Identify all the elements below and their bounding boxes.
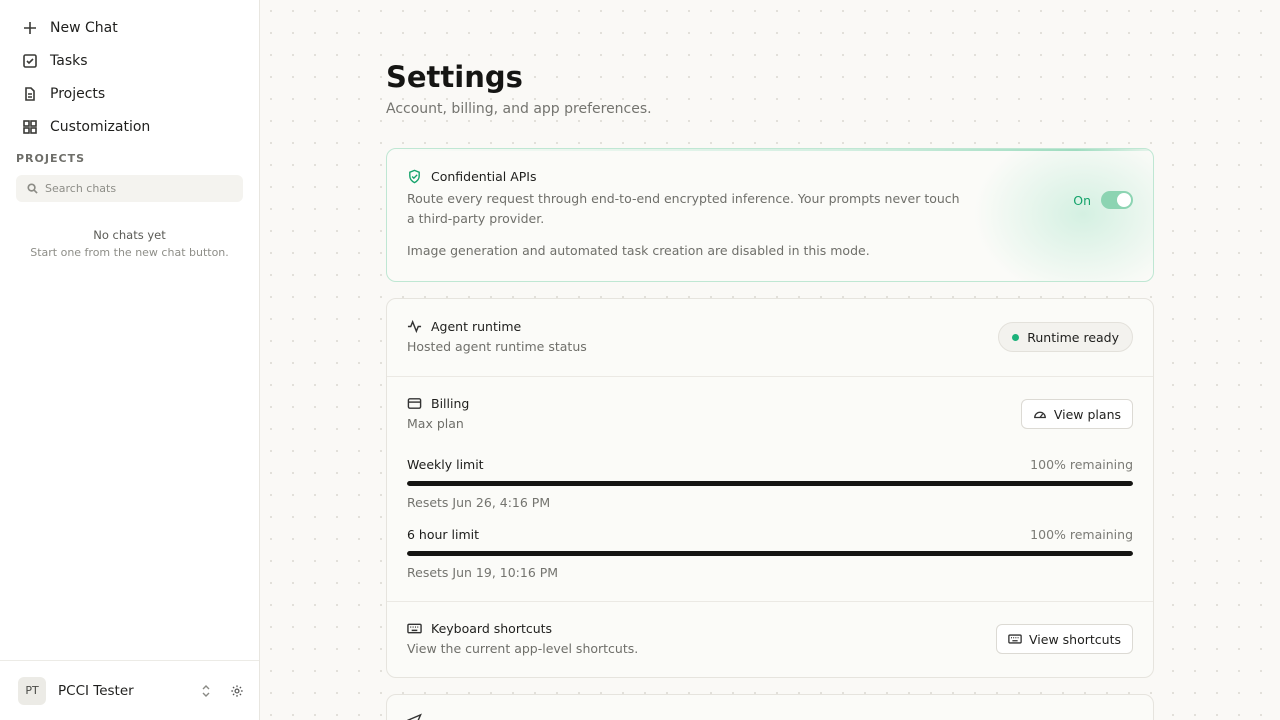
weekly-limit-fill bbox=[407, 481, 1133, 486]
search-input[interactable] bbox=[45, 182, 225, 195]
card-accent-line bbox=[387, 149, 1153, 151]
keyboard-icon bbox=[1008, 634, 1022, 644]
status-dot bbox=[1012, 333, 1020, 341]
nav-label: Projects bbox=[50, 86, 106, 102]
view-shortcuts-button[interactable]: View shortcuts bbox=[996, 624, 1133, 654]
view-plans-button[interactable]: View plans bbox=[1020, 399, 1133, 429]
keyboard-icon bbox=[407, 623, 422, 634]
agent-runtime-header: Agent runtime bbox=[407, 319, 521, 334]
nav-label: New Chat bbox=[50, 20, 118, 36]
six-hour-limit-remaining: 100% remaining bbox=[1030, 527, 1133, 542]
document-icon bbox=[25, 87, 35, 101]
confidential-apis-toggle[interactable] bbox=[1101, 191, 1133, 209]
sidebar: New Chat Tasks Projects Customization PR… bbox=[0, 0, 260, 720]
settings-card: Agent runtime Hosted agent runtime statu… bbox=[386, 298, 1154, 678]
checkbox-icon bbox=[23, 54, 37, 68]
divider bbox=[387, 601, 1153, 602]
confidential-apis-note: Image generation and automated task crea… bbox=[407, 243, 870, 258]
user-menu[interactable]: PT PCCI Tester bbox=[0, 660, 259, 720]
avatar: PT bbox=[18, 676, 46, 705]
six-hour-limit-label: 6 hour limit bbox=[407, 527, 480, 542]
page-title: Settings bbox=[386, 60, 523, 94]
next-settings-card bbox=[386, 694, 1154, 720]
agent-runtime-title: Agent runtime bbox=[431, 319, 522, 334]
confidential-apis-header: Confidential APIs bbox=[407, 169, 537, 184]
toggle-knob bbox=[1117, 193, 1131, 207]
credit-card-icon bbox=[407, 398, 422, 409]
search-box[interactable] bbox=[16, 175, 243, 202]
search-icon bbox=[27, 183, 38, 194]
billing-header: Billing bbox=[407, 396, 469, 411]
confidential-apis-title: Confidential APIs bbox=[431, 169, 537, 184]
sidebar-item-tasks[interactable]: Tasks bbox=[16, 46, 244, 76]
user-name: PCCI Tester bbox=[58, 682, 134, 699]
view-plans-label: View plans bbox=[1053, 406, 1121, 422]
weekly-limit-remaining: 100% remaining bbox=[1030, 457, 1133, 472]
nav-label: Customization bbox=[50, 119, 151, 135]
chevron-up-down-icon[interactable] bbox=[200, 683, 212, 699]
new-chat-button[interactable]: New Chat bbox=[16, 13, 244, 43]
empty-state-subtitle: Start one from the new chat button. bbox=[30, 246, 229, 259]
keyboard-shortcuts-subtitle: View the current app-level shortcuts. bbox=[407, 641, 639, 656]
card-glow bbox=[973, 149, 1153, 281]
keyboard-shortcuts-header: Keyboard shortcuts bbox=[407, 621, 552, 636]
settings-main: Settings Account, billing, and app prefe… bbox=[260, 0, 1280, 720]
page-subtitle: Account, billing, and app preferences. bbox=[386, 101, 652, 117]
empty-state-title: No chats yet bbox=[93, 228, 166, 242]
billing-title: Billing bbox=[431, 396, 470, 411]
six-hour-limit-bar bbox=[407, 551, 1133, 556]
projects-section-label: PROJECTS bbox=[16, 152, 85, 165]
keyboard-shortcuts-title: Keyboard shortcuts bbox=[431, 621, 553, 636]
confidential-apis-card: Confidential APIs Route every request th… bbox=[386, 148, 1154, 282]
grid-icon bbox=[23, 120, 37, 134]
gauge-icon bbox=[1033, 411, 1046, 419]
weekly-limit-reset: Resets Jun 26, 4:16 PM bbox=[407, 495, 551, 510]
plus-icon bbox=[24, 22, 36, 34]
agent-runtime-subtitle: Hosted agent runtime status bbox=[407, 339, 587, 354]
sidebar-item-customization[interactable]: Customization bbox=[16, 112, 244, 142]
view-shortcuts-label: View shortcuts bbox=[1029, 631, 1121, 647]
activity-icon bbox=[407, 319, 422, 334]
weekly-limit-bar bbox=[407, 481, 1133, 486]
gear-icon[interactable] bbox=[230, 684, 244, 698]
divider bbox=[387, 376, 1153, 377]
billing-plan: Max plan bbox=[407, 416, 464, 431]
toggle-state-label: On bbox=[1073, 192, 1091, 208]
sidebar-item-projects[interactable]: Projects bbox=[16, 79, 244, 109]
runtime-status-badge: Runtime ready bbox=[998, 322, 1133, 352]
weekly-limit-label: Weekly limit bbox=[407, 457, 484, 472]
confidential-toggle-wrap[interactable]: On bbox=[1073, 191, 1133, 209]
six-hour-limit-fill bbox=[407, 551, 1133, 556]
shield-check-icon bbox=[409, 169, 420, 184]
runtime-status-text: Runtime ready bbox=[1027, 329, 1119, 345]
nav-label: Tasks bbox=[50, 53, 88, 69]
confidential-apis-description: Route every request through end-to-end e… bbox=[407, 191, 960, 226]
send-icon bbox=[407, 713, 422, 720]
six-hour-limit-reset: Resets Jun 19, 10:16 PM bbox=[407, 565, 559, 580]
